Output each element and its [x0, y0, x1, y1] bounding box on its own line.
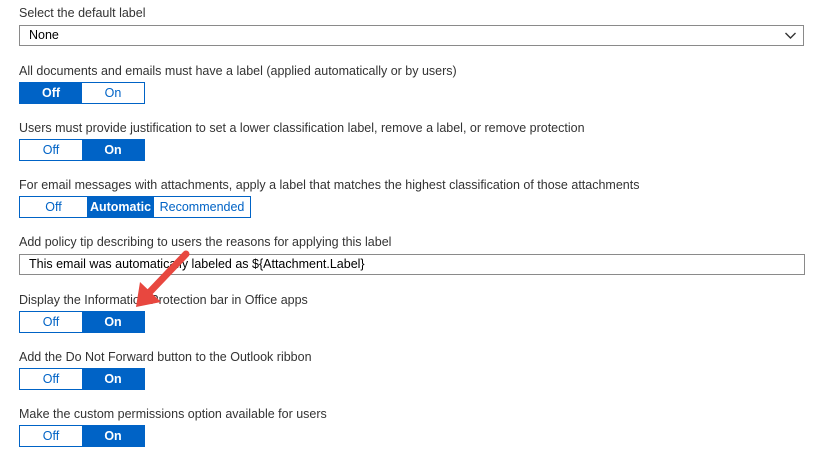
do-not-forward-off-option[interactable]: Off: [20, 369, 82, 389]
custom-permissions-off-option[interactable]: Off: [20, 426, 82, 446]
custom-permissions-toggle[interactable]: Off On: [19, 425, 145, 447]
mandatory-label-toggle[interactable]: Off On: [19, 82, 145, 104]
justification-on-option[interactable]: On: [82, 140, 144, 160]
default-label-title: Select the default label: [19, 6, 146, 20]
chevron-down-icon: [785, 32, 796, 39]
justification-title: Users must provide justification to set …: [19, 121, 585, 135]
mandatory-label-off-option[interactable]: Off: [20, 83, 82, 103]
default-label-value: None: [29, 28, 59, 42]
custom-permissions-title: Make the custom permissions option avail…: [19, 407, 327, 421]
do-not-forward-title: Add the Do Not Forward button to the Out…: [19, 350, 312, 364]
email-attachments-automatic-option[interactable]: Automatic: [87, 197, 154, 217]
info-protection-bar-toggle[interactable]: Off On: [19, 311, 145, 333]
info-protection-bar-title: Display the Information Protection bar i…: [19, 293, 308, 307]
do-not-forward-on-option[interactable]: On: [82, 369, 144, 389]
policy-settings-panel: Select the default label None All docume…: [0, 0, 825, 457]
justification-off-option[interactable]: Off: [20, 140, 82, 160]
default-label-dropdown[interactable]: None: [19, 25, 804, 46]
info-protection-bar-off-option[interactable]: Off: [20, 312, 82, 332]
email-attachments-off-option[interactable]: Off: [20, 197, 87, 217]
custom-permissions-on-option[interactable]: On: [82, 426, 144, 446]
mandatory-label-title: All documents and emails must have a lab…: [19, 64, 457, 78]
email-attachments-toggle[interactable]: Off Automatic Recommended: [19, 196, 251, 218]
policy-tip-input[interactable]: This email was automatically labeled as …: [19, 254, 805, 275]
info-protection-bar-on-option[interactable]: On: [82, 312, 144, 332]
justification-toggle[interactable]: Off On: [19, 139, 145, 161]
mandatory-label-on-option[interactable]: On: [82, 83, 144, 103]
do-not-forward-toggle[interactable]: Off On: [19, 368, 145, 390]
policy-tip-title: Add policy tip describing to users the r…: [19, 235, 392, 249]
email-attachments-title: For email messages with attachments, app…: [19, 178, 640, 192]
email-attachments-recommended-option[interactable]: Recommended: [154, 197, 250, 217]
